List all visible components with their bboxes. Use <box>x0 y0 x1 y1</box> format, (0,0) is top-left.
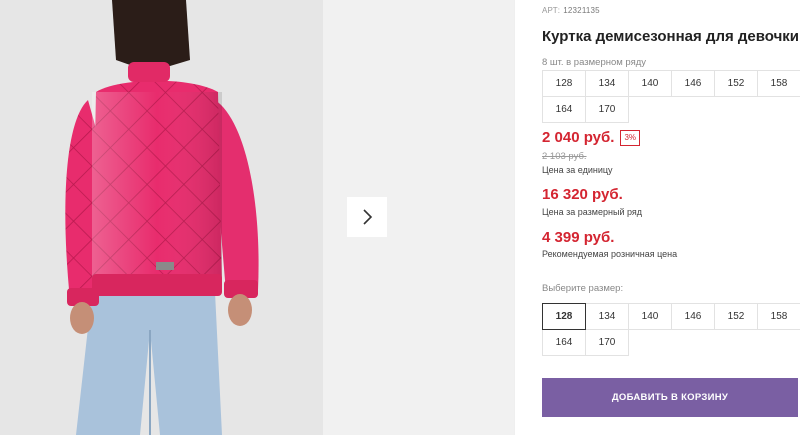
size-option[interactable]: 134 <box>585 303 629 330</box>
size-option-selected[interactable]: 128 <box>542 303 586 330</box>
pack-size-cell: 152 <box>714 70 758 97</box>
size-option[interactable]: 140 <box>628 303 672 330</box>
product-info-panel: АРТ: 12321135 Куртка демисезонная для дев… <box>542 0 800 435</box>
product-sku: АРТ: 12321135 <box>542 6 600 15</box>
size-picker: 128 134 140 146 152 158 164 170 <box>542 303 800 356</box>
pack-size-cell: 134 <box>585 70 629 97</box>
size-option[interactable]: 164 <box>542 329 586 356</box>
size-option[interactable]: 170 <box>585 329 629 356</box>
unit-price-label: Цена за единицу <box>542 165 613 175</box>
sku-value: 12321135 <box>563 6 600 15</box>
pack-size-grid: 128 134 140 146 152 158 164 170 <box>542 70 800 123</box>
size-option[interactable]: 152 <box>714 303 758 330</box>
retail-price-label: Рекомендуемая розничная цена <box>542 249 678 259</box>
chevron-right-icon <box>363 209 373 225</box>
pack-size-cell: 140 <box>628 70 672 97</box>
price-row: 2 040 руб. 3% <box>542 129 641 146</box>
pack-size-cell: 164 <box>542 96 586 123</box>
jacket-photo-illustration <box>65 0 259 435</box>
retail-price: 4 399 руб. <box>542 229 615 246</box>
panel-divider <box>514 0 515 435</box>
discount-badge: 3% <box>620 129 641 146</box>
product-title: Куртка демисезонная для девочки <box>542 28 800 45</box>
gallery-next-button[interactable] <box>347 197 387 237</box>
old-price: 2 103 руб. <box>542 151 587 162</box>
pack-price-label: Цена за размерный ряд <box>542 207 643 217</box>
pack-size-cell: 158 <box>757 70 800 97</box>
pack-note: 8 шт. в размерном ряду <box>542 57 647 68</box>
pack-size-cell: 146 <box>671 70 715 97</box>
sku-label: АРТ: <box>542 6 561 15</box>
unit-price: 2 040 руб. <box>542 129 615 146</box>
pack-size-cell: 128 <box>542 70 586 97</box>
size-option[interactable]: 158 <box>757 303 800 330</box>
pack-size-cell: 170 <box>585 96 629 123</box>
add-to-cart-button[interactable]: ДОБАВИТЬ В КОРЗИНУ <box>542 378 798 417</box>
size-picker-label: Выберите размер: <box>542 283 624 294</box>
product-photo[interactable] <box>0 0 323 435</box>
size-option[interactable]: 146 <box>671 303 715 330</box>
pack-price: 16 320 руб. <box>542 186 623 203</box>
product-gallery <box>0 0 514 435</box>
